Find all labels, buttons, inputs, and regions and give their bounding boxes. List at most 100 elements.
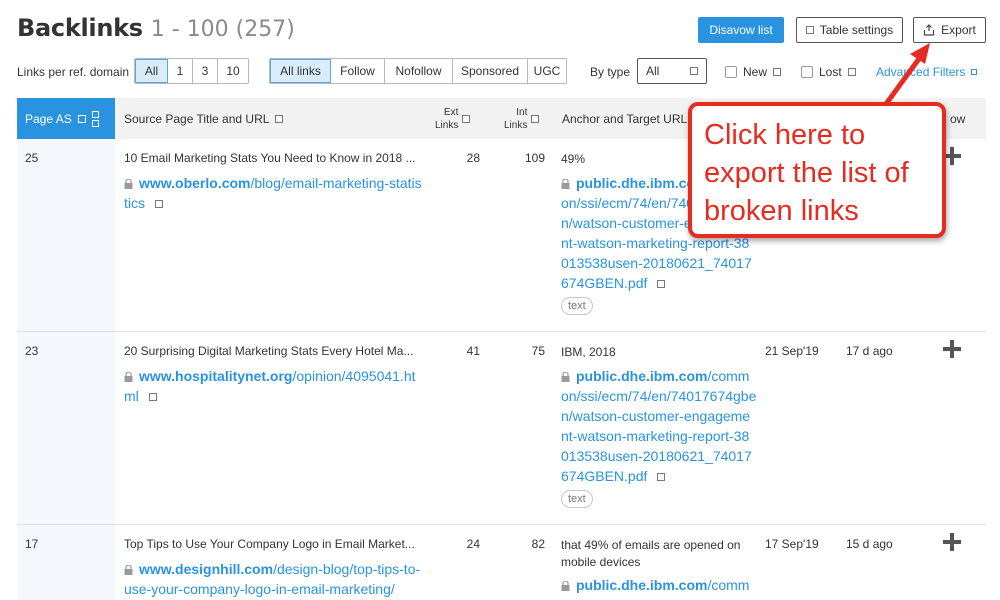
column-info-icon (77, 114, 86, 123)
int-links-value: 75 (531, 344, 545, 358)
links-per-domain-label: Links per ref. domain (17, 65, 130, 79)
column-info-icon (531, 114, 540, 123)
per-domain-option-1[interactable]: 1 (168, 59, 193, 83)
advanced-filters-link[interactable]: Advanced Filters (876, 65, 978, 79)
external-link-icon[interactable] (657, 280, 666, 288)
column-ext-label-2: Links (435, 119, 459, 131)
table-row: 17 Top Tips to Use Your Company Logo in … (17, 525, 986, 600)
last-seen-value: 15 d ago (846, 537, 893, 551)
links-per-domain-selector: All 1 3 10 (134, 58, 249, 84)
lost-filter-label: Lost (819, 65, 842, 79)
target-url-link[interactable]: public.dhe.ibm.com/comm (561, 575, 757, 595)
advanced-filters-label: Advanced Filters (876, 65, 966, 79)
external-link-icon[interactable] (657, 473, 666, 481)
column-follow-label: ow (950, 111, 966, 126)
by-type-value: All (646, 64, 660, 78)
ext-links-value: 24 (466, 537, 480, 551)
target-url-domain: public.dhe.ibm.com (576, 368, 708, 384)
source-title: Top Tips to Use Your Company Logo in Ema… (124, 537, 415, 551)
per-domain-option-all[interactable]: All (135, 59, 168, 83)
link-type-ugc[interactable]: UGC (528, 59, 566, 83)
source-url-domain: www.hospitalitynet.org (139, 368, 293, 384)
new-filter-label: New (743, 65, 768, 79)
source-url-link[interactable]: www.oberlo.com/blog/email-marketing-stat… (124, 173, 424, 213)
lock-icon (561, 372, 570, 382)
column-source[interactable]: Source Page Title and URL (124, 98, 284, 139)
external-link-icon[interactable] (154, 200, 163, 208)
ext-links-value: 41 (466, 344, 480, 358)
link-type-selector: All links Follow Nofollow Sponsored UGC (269, 58, 567, 84)
new-filter-checkbox[interactable]: New (725, 65, 782, 79)
column-anchor-label: Anchor and Target URL (562, 111, 688, 126)
source-url-domain: www.oberlo.com (139, 175, 251, 191)
ext-links-value: 28 (466, 151, 480, 165)
result-range: 1 - 100 (257) (150, 17, 295, 42)
lock-icon (561, 179, 570, 189)
link-type-tag: text (561, 297, 593, 315)
column-int-label-1: Int (516, 106, 528, 118)
column-source-label: Source Page Title and URL (124, 111, 270, 126)
export-label: Export (941, 23, 976, 37)
column-follow[interactable]: ow (950, 98, 965, 139)
lost-filter-checkbox[interactable]: Lost (801, 65, 856, 79)
link-type-tag: text (561, 490, 593, 508)
column-int-links[interactable]: Int Links (504, 98, 540, 139)
table-settings-label: Table settings (819, 23, 894, 37)
column-ext-label-1: Ext (443, 106, 459, 118)
column-ext-links[interactable]: Ext Links (435, 98, 471, 139)
callout-box: Click here to export the list of broken … (688, 102, 946, 238)
link-type-nofollow[interactable]: Nofollow (385, 59, 453, 83)
anchor-text: that 49% of emails are opened on mobile … (561, 538, 741, 569)
column-page-as-label: Page AS (25, 111, 72, 126)
add-plus-icon[interactable] (943, 533, 961, 551)
dropdown-square-icon (690, 67, 698, 75)
link-type-sponsored[interactable]: Sponsored (453, 59, 528, 83)
export-button[interactable]: Export (913, 17, 986, 43)
int-links-value: 109 (524, 151, 545, 165)
external-link-icon[interactable] (148, 393, 157, 401)
per-domain-option-3[interactable]: 3 (193, 59, 218, 83)
first-seen-value: 21 Sep'19 (765, 344, 819, 358)
by-type-select[interactable]: All (637, 58, 707, 84)
lost-info-icon (847, 68, 856, 76)
lock-icon (124, 565, 133, 575)
source-url-link[interactable]: www.hospitalitynet.org/opinion/4095041.h… (124, 366, 424, 406)
page-as-value: 17 (25, 537, 39, 551)
page-title: Backlinks (17, 14, 143, 42)
source-title: 20 Surprising Digital Marketing Stats Ev… (124, 344, 414, 358)
lost-checkbox-box[interactable] (801, 66, 813, 78)
table-settings-button[interactable]: Table settings (796, 17, 903, 43)
disavow-list-button[interactable]: Disavow list (698, 17, 784, 43)
source-url-link[interactable]: www.designhill.com/design-blog/top-tips-… (124, 559, 424, 599)
source-title: 10 Email Marketing Stats You Need to Kno… (124, 151, 416, 165)
by-type-label: By type (590, 65, 631, 79)
column-int-label-2: Links (504, 119, 528, 131)
target-url-path: /comm (707, 577, 750, 593)
target-url-link[interactable]: public.dhe.ibm.com/common/ssi/ecm/74/en/… (561, 366, 757, 486)
table-row: 23 20 Surprising Digital Marketing Stats… (17, 332, 986, 525)
sort-icon (91, 110, 99, 127)
page-as-value: 25 (25, 151, 39, 165)
settings-square-icon (805, 26, 814, 34)
per-domain-option-10[interactable]: 10 (218, 59, 248, 83)
column-anchor[interactable]: Anchor and Target URL (562, 98, 687, 139)
filter-bar: Links per ref. domain All 1 3 10 All lin… (17, 58, 992, 84)
last-seen-value: 17 d ago (846, 344, 893, 358)
link-type-follow[interactable]: Follow (331, 59, 385, 83)
column-info-icon (462, 114, 471, 123)
page-as-value: 23 (25, 344, 39, 358)
advanced-filters-icon (971, 69, 978, 75)
column-page-as[interactable]: Page AS (17, 98, 115, 139)
lock-icon (561, 581, 570, 591)
source-url-domain: www.designhill.com (139, 561, 274, 577)
column-info-icon (275, 114, 284, 123)
anchor-text: IBM, 2018 (561, 345, 616, 359)
add-plus-icon[interactable] (943, 340, 961, 358)
callout-text: Click here to export the list of broken … (704, 119, 909, 227)
link-type-all-links[interactable]: All links (270, 59, 331, 83)
new-checkbox-box[interactable] (725, 66, 737, 78)
export-icon (924, 24, 935, 36)
int-links-value: 82 (531, 537, 545, 551)
target-url-domain: public.dhe.ibm.com (576, 577, 708, 593)
first-seen-value: 17 Sep'19 (765, 537, 819, 551)
